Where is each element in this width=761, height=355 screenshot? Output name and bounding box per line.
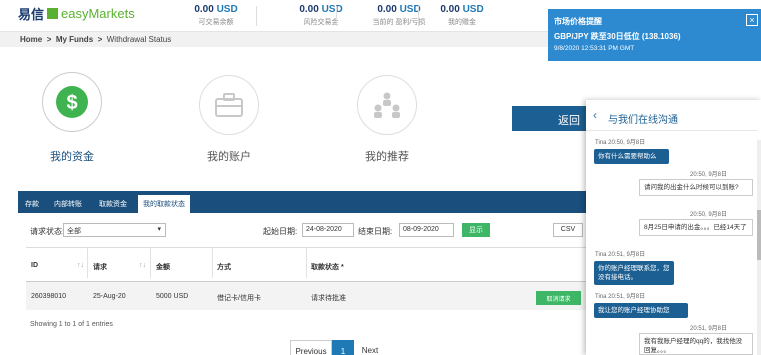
alert-time: 9/8/2020 12:53:31 PM GMT [554,45,635,52]
my-funds-circle[interactable]: $ [42,72,102,132]
stat-value: 0.00 [440,4,460,15]
breadcrumb-separator: > [97,35,103,44]
stat-balance: 0.00 USD 可交易余额 [166,4,266,27]
stat-value: 0.00 [194,4,214,15]
chat-title: 与我们在线沟通 [608,115,678,126]
logo-text-cn: 易信 [18,7,45,22]
stat-label: 我的赠金 [448,19,476,26]
end-date-label: 结束日期: [358,227,393,236]
status-select-value: 全部 [67,228,81,235]
logo-text-en: easyMarkets [61,6,135,21]
chat-bubble-agent: 你的账户经理联系您，您没有接电话。 [594,261,674,286]
chat-bubble-agent: 我让您的账户经理协助您 [594,303,688,319]
breadcrumb-my-funds[interactable]: My Funds [56,35,93,44]
start-date-input[interactable]: 24-08-2020 [302,223,354,237]
column-header-method[interactable]: 方式 [217,262,231,272]
chat-meta: 20:51, 9月8日 [690,326,728,332]
sort-icon[interactable]: ↑↓ [139,262,146,269]
alert-title: 市场价格提醒 [554,17,602,26]
pagination-next[interactable]: Next [354,340,386,355]
my-account-label[interactable]: 我的账户 [179,148,279,164]
chevron-left-icon[interactable]: ‹ [593,108,597,122]
logo[interactable]: 易信 easyMarkets [18,4,135,23]
stat-bonus: 0.00 USD 我的赠金 [412,4,512,27]
start-date-label: 起始日期: [263,227,298,236]
my-funds-label[interactable]: 我的资金 [22,148,122,164]
cell-date: 25-Aug-20 [93,293,126,300]
alert-body: GBP/JPY 跌至30日低位 (138.1036) [554,32,681,41]
breadcrumb-home[interactable]: Home [20,35,42,44]
stat-value: 0.00 [299,4,319,15]
chat-bubble-user: 请问我的出金什么时候可以到账? [639,179,753,197]
column-divider [212,248,213,278]
my-referral-label[interactable]: 我的推荐 [337,148,437,164]
column-header-status[interactable]: 取款状态 * [311,262,344,272]
my-account-circle[interactable] [199,75,259,135]
chat-scrollbar-thumb[interactable] [757,210,761,260]
cell-amount: 5000 USD [156,293,189,300]
showing-entries: Showing 1 to 1 of 1 entries [30,321,113,328]
referral-icon [374,92,400,118]
column-divider [306,248,307,278]
svg-text:$: $ [66,92,77,114]
breadcrumb-current: Withdrawal Status [106,35,172,44]
csv-button[interactable]: CSV [553,223,583,237]
stat-currency: USD [462,4,484,15]
column-header-request[interactable]: 请求 [93,262,107,272]
end-date-input[interactable]: 08-09-2020 [399,223,454,237]
column-header-amount[interactable]: 金额 [156,262,170,272]
chat-panel: ‹ 与我们在线沟通 Tina 20:50, 9月8日 你有什么需要帮助么 20:… [586,100,761,355]
chat-bubble-user: 8月25日申请的出金。。。已经14天了 [639,219,753,237]
my-referral-circle[interactable] [357,75,417,135]
chat-meta: Tina 20:50, 9月8日 [595,140,646,146]
column-divider [87,248,88,278]
close-icon[interactable]: × [746,14,758,26]
stat-currency: USD [216,4,238,15]
tab-withdrawal-status[interactable]: 我的取款状态 [138,195,190,213]
cell-method: 借记卡/信用卡 [217,295,261,302]
divider [336,6,337,26]
cell-id: 260398010 [31,293,67,300]
column-header-id[interactable]: ID [31,262,38,269]
status-filter-label: 请求状态: [30,227,65,236]
chat-bubble-agent: 你有什么需要帮助么 [594,149,669,165]
cell-status: 请求待批准 [311,295,346,302]
sort-icon[interactable]: ↑↓ [77,262,84,269]
pagination-previous[interactable]: Previous [290,340,332,355]
logo-square-icon [47,8,59,19]
status-select[interactable]: 全部 ▾ [63,223,166,237]
show-button[interactable]: 显示 [462,223,490,237]
chat-meta: Tina 20:51, 9月8日 [595,294,646,300]
divider [256,6,257,26]
cancel-request-button[interactable]: 取消请求 [536,291,581,305]
chat-meta: 20:50, 9月8日 [690,172,728,178]
breadcrumb-separator: > [46,35,52,44]
tab-internal-transfer[interactable]: 内部转账 [49,195,87,213]
chevron-down-icon: ▾ [157,226,161,233]
price-alert-toast: 市场价格提醒 GBP/JPY 跌至30日低位 (138.1036) 9/8/20… [548,9,761,61]
chat-divider [586,130,757,131]
pagination-page-1[interactable]: 1 [332,340,354,355]
tab-withdraw-funds[interactable]: 取款资金 [94,195,132,213]
stat-currency: USD [321,4,343,15]
briefcase-icon [215,93,243,117]
tab-deposit[interactable]: 存款 [20,195,44,213]
chat-meta: Tina 20:51, 9月8日 [595,252,646,258]
dollar-icon: $ [56,86,88,118]
chat-meta: 20:50, 9月8日 [690,212,728,218]
column-divider [150,248,151,278]
chat-bubble-user: 我有我账户经理的qq的，我找他没回复。。。 [639,333,753,355]
stat-label: 可交易余额 [198,19,234,26]
stat-value: 0.00 [377,4,397,15]
breadcrumb: Home > My Funds > Withdrawal Status [0,32,600,47]
